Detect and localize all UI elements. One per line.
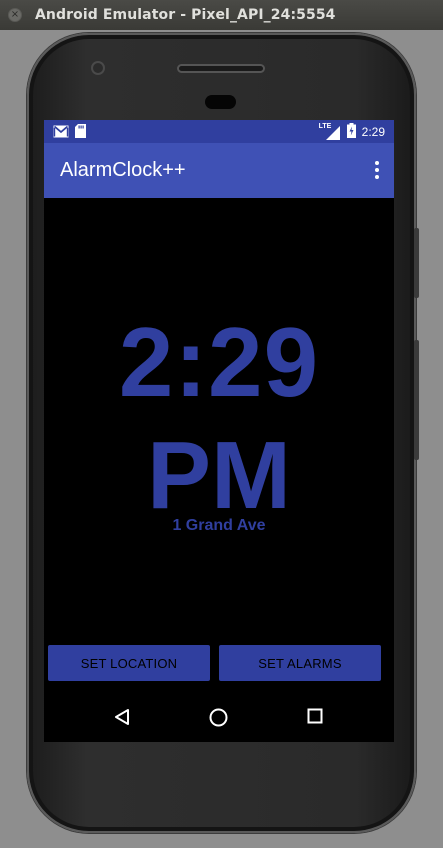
sd-card-icon — [75, 124, 86, 143]
earpiece-speaker — [177, 64, 265, 73]
window-title: Android Emulator - Pixel_API_24:5554 — [35, 7, 336, 23]
set-location-button[interactable]: SET LOCATION — [48, 645, 210, 681]
front-camera — [91, 61, 105, 75]
proximity-sensor — [205, 95, 236, 109]
lte-signal-icon: LTE — [318, 122, 341, 140]
recents-icon[interactable] — [307, 708, 323, 728]
app-title: AlarmClock++ — [60, 159, 186, 181]
home-icon[interactable] — [209, 708, 228, 731]
volume-button[interactable] — [414, 340, 419, 460]
window-close-button[interactable]: × — [8, 8, 22, 22]
window-titlebar: × Android Emulator - Pixel_API_24:5554 — [0, 0, 443, 30]
lte-label: LTE — [318, 122, 332, 130]
overflow-menu-icon[interactable] — [374, 161, 380, 179]
status-bar: LTE 2:29 — [44, 120, 394, 143]
gmail-notification-icon — [53, 125, 69, 143]
clock-ampm: PM — [147, 422, 291, 529]
navigation-bar — [44, 694, 394, 742]
clock-time: 2:29 — [118, 307, 320, 417]
power-button[interactable] — [414, 228, 419, 298]
location-label: 1 Grand Ave — [172, 517, 266, 534]
app-bar: AlarmClock++ — [44, 143, 394, 198]
battery-icon — [346, 123, 356, 141]
set-alarms-button[interactable]: SET ALARMS — [219, 645, 381, 681]
device-screen: LTE 2:29 AlarmClock++ 2:29 PM 1 Grand Av… — [44, 120, 394, 742]
back-icon[interactable] — [113, 708, 131, 730]
status-time: 2:29 — [361, 125, 385, 139]
